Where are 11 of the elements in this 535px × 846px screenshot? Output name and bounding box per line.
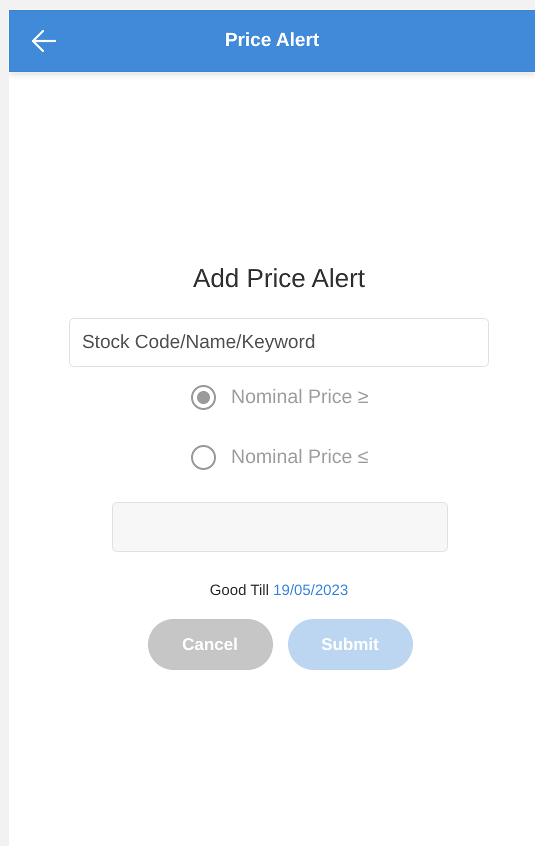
radio-button[interactable] — [191, 444, 216, 470]
cancel-button[interactable]: Cancel — [148, 619, 272, 670]
good-till-text: Good Till 19/05/2023 — [210, 582, 348, 601]
radio-label[interactable]: Nominal Price ≤ — [231, 446, 368, 468]
radio-button[interactable] — [191, 384, 216, 410]
price-input-field[interactable] — [112, 502, 448, 552]
page-title: Price Alert — [224, 30, 320, 52]
radio-label[interactable]: Nominal Price ≥ — [231, 386, 368, 408]
stock-search-field[interactable]: Stock Code/Name/Keyword — [69, 318, 489, 367]
back-icon[interactable] — [31, 29, 57, 53]
form-heading: Add Price Alert — [193, 262, 365, 294]
